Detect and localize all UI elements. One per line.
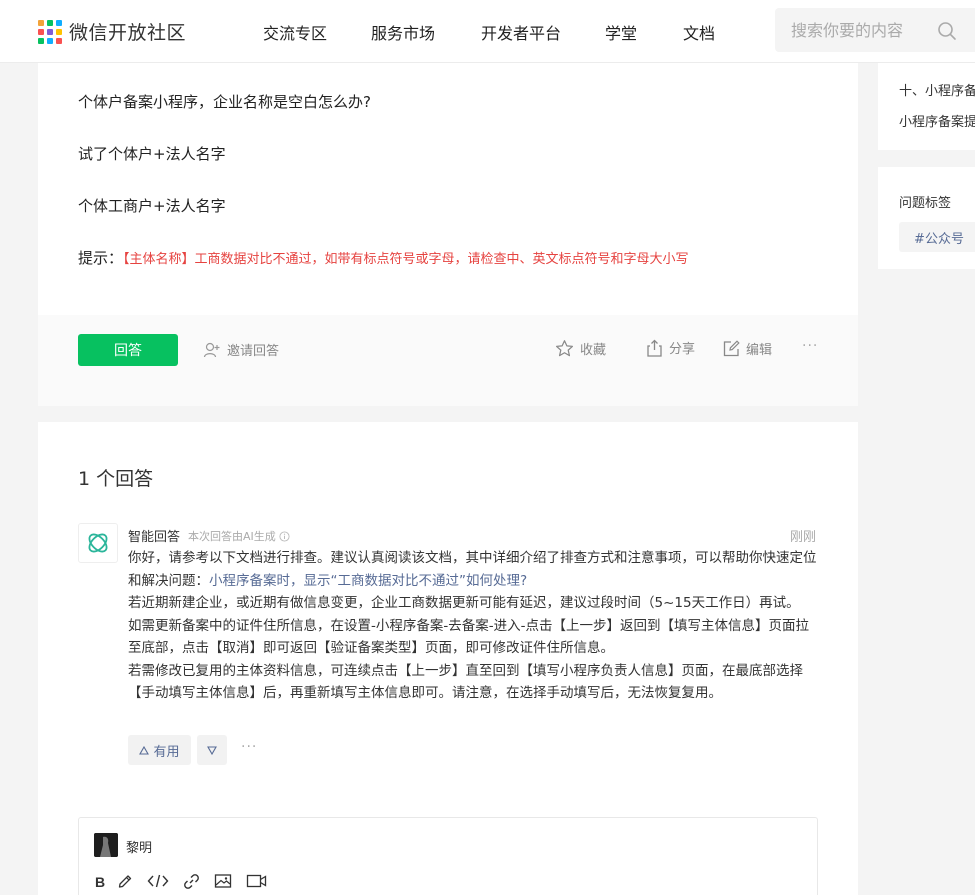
answer-paragraph: 你好，请参考以下文档进行排查。建议认真阅读该文档，其中详细介绍了排查方式和注意事… xyxy=(128,547,818,592)
question-card: 个体户备案小程序，企业名称是空白怎么办? 试了个体户+法人名字 个体工商户+法人… xyxy=(38,63,858,406)
answer-content: 你好，请参考以下文档进行排查。建议认真阅读该文档，其中详细介绍了排查方式和注意事… xyxy=(128,547,818,705)
logo-dot xyxy=(38,19,44,26)
related-questions-panel: 十、小程序备 小程序备案提 xyxy=(878,63,975,150)
ai-generated-note: 本次回答由AI生成 xyxy=(188,528,290,544)
question-body-line: 个体工商户+法人名字 xyxy=(78,197,226,215)
nav-item-service-market[interactable]: 服务市场 xyxy=(371,20,435,44)
ai-generated-label: 本次回答由AI生成 xyxy=(188,530,276,543)
highlight-pen-button[interactable] xyxy=(117,873,133,889)
ai-answer-name[interactable]: 智能回答 xyxy=(128,526,180,545)
ai-logo-icon xyxy=(88,533,108,553)
triangle-up-icon xyxy=(139,745,150,755)
answer-paragraph: 如需更新备案中的证件住所信息，在设置-小程序备案-去备案-进入-点击【上一步】返… xyxy=(128,617,809,657)
triangle-down-icon xyxy=(207,745,217,755)
invite-answer-button[interactable]: 邀请回答 xyxy=(203,340,279,359)
image-icon xyxy=(214,874,232,888)
logo-dot xyxy=(56,37,62,44)
logo-dot xyxy=(47,37,53,44)
downvote-button[interactable] xyxy=(197,735,227,765)
upvote-useful-button[interactable]: 有用 xyxy=(128,735,191,765)
question-body-line: 个体户备案小程序，企业名称是空白怎么办? xyxy=(78,93,371,111)
share-icon xyxy=(647,339,662,357)
user-name: 黎明 xyxy=(126,841,153,856)
doc-link[interactable]: 小程序备案时，显示“工商数据对比不通过”如何处理? xyxy=(209,573,527,589)
related-question-link[interactable]: 小程序备案提 xyxy=(899,111,975,130)
top-navigation-bar: 微信开放社区 交流专区 服务市场 开发者平台 学堂 文档 xyxy=(0,0,975,63)
answer-time: 刚刚 xyxy=(790,530,817,545)
info-icon[interactable] xyxy=(279,530,290,542)
answer-paragraph: 若需修改已复用的主体资料信息，可连续点击【上一步】直至回到【填写小程序负责人信息… xyxy=(128,662,803,702)
hint-label: 提示： xyxy=(78,249,124,267)
edit-icon xyxy=(723,340,740,357)
question-body-line: 试了个体户+法人名字 xyxy=(78,145,226,163)
search-box xyxy=(775,8,975,52)
question-tags-panel: 问题标签 #公众号 xyxy=(878,167,975,269)
link-icon xyxy=(184,874,199,889)
star-icon xyxy=(555,340,574,357)
logo-dot xyxy=(47,28,53,35)
answer-more-button[interactable]: ··· xyxy=(241,739,257,755)
share-label: 分享 xyxy=(669,342,696,357)
logo-dot xyxy=(38,28,44,35)
error-hint: 提示：【主体名称】工商数据对比不通过，如带有标点符号或字母，请检查中、英文标点符… xyxy=(78,247,689,268)
code-icon xyxy=(147,874,169,888)
logo-text: 微信开放社区 xyxy=(69,22,187,44)
nav-item-docs[interactable]: 文档 xyxy=(683,20,715,44)
image-button[interactable] xyxy=(214,873,232,889)
favorite-button[interactable]: 收藏 xyxy=(555,339,606,358)
edit-button[interactable]: 编辑 xyxy=(723,339,772,358)
logo-dot xyxy=(56,28,62,35)
logo-dot xyxy=(56,19,62,26)
nav-item-academy[interactable]: 学堂 xyxy=(605,20,637,44)
user-avatar xyxy=(94,833,118,857)
answer-editor: 黎明 B xyxy=(78,817,818,895)
search-icon[interactable] xyxy=(937,21,957,41)
search-input[interactable] xyxy=(775,8,935,52)
logo[interactable]: 微信开放社区 xyxy=(38,18,186,45)
nav-item-developer-platform[interactable]: 开发者平台 xyxy=(481,20,561,44)
invite-answer-label: 邀请回答 xyxy=(227,344,280,359)
user-photo-icon xyxy=(94,833,118,857)
answer-paragraph: 若近期新建企业，或近期有做信息变更，企业工商数据更新可能有延迟，建议过段时间（5… xyxy=(128,595,800,611)
answer-count: 1 个回答 xyxy=(78,468,154,490)
logo-icon xyxy=(38,19,62,44)
ai-avatar[interactable] xyxy=(78,523,118,563)
logo-dot xyxy=(38,37,44,44)
favorite-label: 收藏 xyxy=(580,343,607,358)
tag-official-account[interactable]: #公众号 xyxy=(899,222,975,252)
video-icon xyxy=(246,874,267,888)
related-question-link[interactable]: 十、小程序备 xyxy=(899,80,975,99)
useful-label: 有用 xyxy=(153,744,180,760)
answer-button[interactable]: 回答 xyxy=(78,334,178,366)
video-button[interactable] xyxy=(246,873,267,889)
code-button[interactable] xyxy=(147,873,169,889)
more-options-button[interactable]: ··· xyxy=(802,338,818,354)
answers-card: 1 个回答 智能回答 本次回答由AI生成 刚刚 你好，请参考以下文档进行排查。建… xyxy=(38,422,858,895)
link-button[interactable] xyxy=(183,873,200,890)
pen-icon xyxy=(118,875,132,888)
hint-error-text: 【主体名称】工商数据对比不通过，如带有标点符号或字母，请检查中、英文标点符号和字… xyxy=(123,252,689,267)
nav-item-community[interactable]: 交流专区 xyxy=(263,20,327,44)
share-button[interactable]: 分享 xyxy=(646,338,695,357)
edit-label: 编辑 xyxy=(746,343,773,358)
logo-dot xyxy=(47,19,53,26)
invite-user-icon xyxy=(203,342,220,357)
bold-button[interactable]: B xyxy=(93,873,107,891)
question-tags-title: 问题标签 xyxy=(899,196,952,211)
